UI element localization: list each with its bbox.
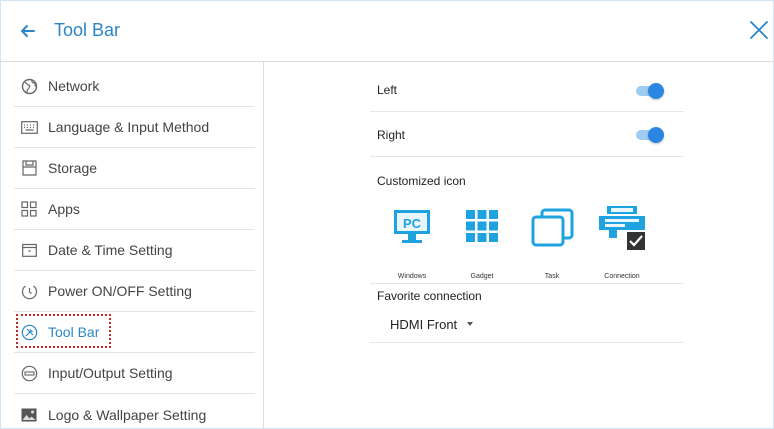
close-icon[interactable]: [748, 19, 770, 41]
sidebar-item-input-output[interactable]: Input/Output Setting: [14, 353, 255, 394]
sidebar-item-label: Logo & Wallpaper Setting: [48, 406, 207, 423]
left-label: Left: [377, 83, 398, 97]
sidebar-item-network[interactable]: Network: [14, 66, 255, 107]
right-label: Right: [377, 128, 406, 142]
left-toggle[interactable]: [634, 83, 664, 99]
sidebar-item-logo-wallpaper[interactable]: Logo & Wallpaper Setting: [14, 394, 255, 429]
custom-icon-windows[interactable]: PC Windows: [377, 202, 447, 284]
sidebar-item-label: Storage: [48, 160, 98, 176]
toolbar-icon: [20, 323, 38, 341]
input-output-icon: [20, 364, 38, 382]
sidebar-item-label: Input/Output Setting: [48, 365, 173, 381]
custom-icon-caption: Task: [544, 273, 560, 280]
back-arrow-icon[interactable]: [18, 21, 38, 41]
customized-icon-label: Customized icon: [377, 174, 466, 188]
custom-icon-caption: Connection: [604, 273, 640, 280]
divider: [370, 342, 684, 343]
sidebar-item-apps[interactable]: Apps: [14, 189, 255, 230]
custom-icon-task[interactable]: Task: [517, 202, 587, 284]
power-clock-icon: [20, 282, 38, 300]
sidebar-item-label: Apps: [48, 201, 80, 217]
keyboard-icon: [20, 118, 38, 136]
sidebar-item-label: Power ON/OFF Setting: [48, 283, 192, 299]
task-windows-icon: [531, 208, 574, 247]
divider: [370, 283, 684, 284]
wallpaper-icon: [20, 406, 38, 424]
custom-icon-connection[interactable]: Connection: [587, 202, 657, 284]
sidebar-item-language[interactable]: Language & Input Method: [14, 107, 255, 148]
custom-icon-caption: Windows: [397, 273, 427, 280]
left-toggle-row: Left: [370, 70, 684, 112]
gadget-grid-icon: [466, 210, 498, 242]
connection-icon: [599, 206, 645, 250]
sidebar-item-label: Tool Bar: [48, 324, 100, 340]
tool-bar-settings-panel: Left Right Customized icon PC Windows Ga…: [370, 62, 684, 352]
storage-icon: [20, 159, 38, 177]
pc-monitor-icon: PC: [394, 210, 430, 243]
header-bar: Tool Bar: [0, 0, 774, 62]
sidebar-item-tool-bar[interactable]: Tool Bar: [14, 312, 255, 353]
globe-icon: [20, 77, 38, 95]
apps-grid-icon: [20, 200, 38, 218]
sidebar-item-storage[interactable]: Storage: [14, 148, 255, 189]
favorite-connection-label: Favorite connection: [377, 289, 482, 303]
sidebar-item-label: Date & Time Setting: [48, 242, 173, 258]
toggle-knob: [648, 83, 664, 99]
sidebar-item-date-time[interactable]: Date & Time Setting: [14, 230, 255, 271]
customized-icon-list: PC Windows Gadget Task Connection: [370, 202, 684, 284]
svg-text:PC: PC: [403, 216, 422, 231]
sidebar-item-label: Network: [48, 78, 100, 94]
custom-icon-caption: Gadget: [470, 273, 494, 280]
favorite-connection-value: HDMI Front: [390, 316, 458, 332]
right-toggle-row: Right: [370, 112, 684, 157]
favorite-connection-dropdown[interactable]: HDMI Front: [390, 314, 474, 334]
settings-sidebar: Network Language & Input Method Storage …: [9, 62, 264, 429]
calendar-icon: [20, 241, 38, 259]
sidebar-item-label: Language & Input Method: [48, 119, 210, 135]
right-toggle[interactable]: [634, 127, 664, 143]
toggle-knob: [648, 127, 664, 143]
dropdown-arrow-icon: [467, 322, 474, 326]
page-title: Tool Bar: [54, 20, 121, 40]
sidebar-item-power[interactable]: Power ON/OFF Setting: [14, 271, 255, 312]
custom-icon-gadget[interactable]: Gadget: [447, 202, 517, 284]
